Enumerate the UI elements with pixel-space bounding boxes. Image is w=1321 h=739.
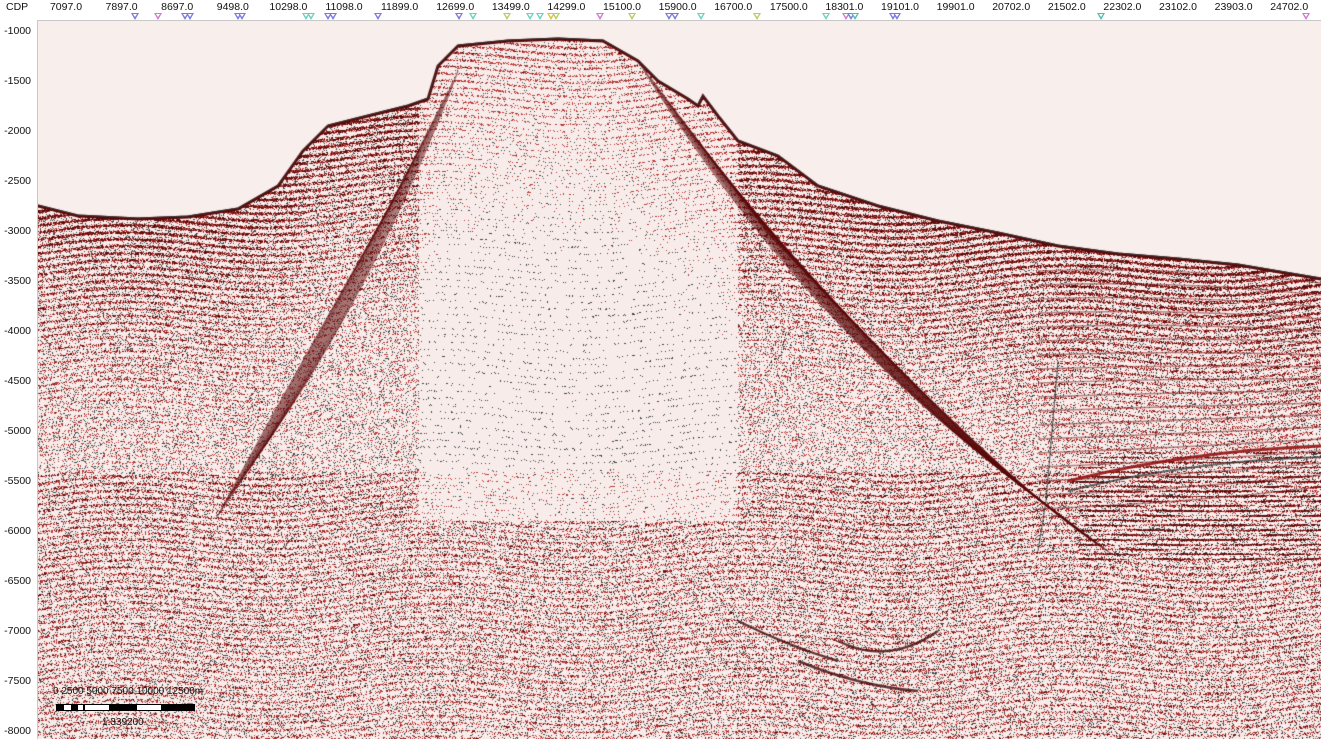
scale-bar-segment (110, 704, 136, 711)
well-marker-icon[interactable] (1302, 13, 1310, 20)
well-marker-icon[interactable] (238, 13, 246, 20)
scale-bar: 0 2500 5000 7500 10000 12500m 1:339200 (50, 686, 220, 731)
cdp-tick-label: 19901.0 (936, 1, 975, 13)
well-marker-icon[interactable] (469, 13, 477, 20)
cdp-tick-label: 21502.0 (1047, 1, 1086, 13)
well-marker-icon[interactable] (329, 13, 337, 20)
depth-tick-label: -1500 (4, 75, 31, 87)
cdp-tick-label: 8697.0 (161, 1, 194, 13)
cdp-tick-label: 9498.0 (216, 1, 249, 13)
cdp-tick-label: 24702.0 (1270, 1, 1309, 13)
cdp-axis-header: CDP 7097.0 7897.0 8697.0 9498.0 10298.0 11098… (0, 0, 1321, 21)
cdp-tick-label: 11899.0 (381, 1, 419, 13)
well-marker-icon[interactable] (851, 13, 859, 20)
well-marker-icon[interactable] (753, 13, 761, 20)
well-marker-icon[interactable] (822, 13, 830, 20)
cdp-tick-label: 14299.0 (547, 1, 586, 13)
depth-tick-label: -3000 (4, 225, 31, 237)
scale-bar-segment (84, 704, 110, 711)
depth-tick-label: -1000 (4, 25, 31, 37)
well-marker-icon[interactable] (307, 13, 315, 20)
well-marker-icon[interactable] (455, 13, 463, 20)
depth-tick-label: -5500 (4, 475, 31, 487)
scale-bar-segment (136, 704, 162, 711)
cdp-tick-label: 10298.0 (269, 1, 308, 13)
cdp-tick-label: 16700.0 (714, 1, 753, 13)
cdp-tick-label: 17500.0 (769, 1, 808, 13)
cdp-tick-label: 20702.0 (992, 1, 1031, 13)
depth-tick-label: -6500 (4, 575, 31, 587)
well-marker-icon[interactable] (374, 13, 382, 20)
cdp-tick-label: 12699.0 (436, 1, 475, 13)
cdp-tick-label: 15900.0 (658, 1, 697, 13)
scale-bar-segment (162, 704, 195, 711)
depth-tick-label: -3500 (4, 275, 31, 287)
depth-tick-label: -8000 (4, 725, 31, 737)
depth-tick-label: -6000 (4, 525, 31, 537)
cdp-tick-label: 23903.0 (1214, 1, 1253, 13)
well-marker-icon[interactable] (536, 13, 544, 20)
cdp-tick-label: 13499.0 (491, 1, 530, 13)
cdp-tick-label: 23102.0 (1159, 1, 1197, 13)
well-marker-icon[interactable] (893, 13, 901, 20)
well-marker-icon[interactable] (628, 13, 636, 20)
well-marker-icon[interactable] (154, 13, 162, 20)
well-marker-icon[interactable] (697, 13, 705, 20)
well-marker-icon[interactable] (186, 13, 194, 20)
well-marker-icon[interactable] (552, 13, 560, 20)
well-marker-icon[interactable] (503, 13, 511, 20)
well-marker-icon[interactable] (526, 13, 534, 20)
scale-bar-distance-labels: 0 2500 5000 7500 10000 12500m (53, 686, 204, 697)
cdp-axis-title: CDP (6, 1, 29, 13)
scale-bar-segment (56, 704, 84, 711)
depth-tick-label: -2000 (4, 125, 31, 137)
cdp-tick-label: 22302.0 (1103, 1, 1142, 13)
well-marker-icon[interactable] (671, 13, 679, 20)
cdp-tick-label: 18301.0 (825, 1, 864, 13)
depth-tick-label: -7000 (4, 625, 31, 637)
scale-ratio-label: 1:339200 (102, 717, 144, 728)
well-marker-icon[interactable] (1097, 13, 1105, 20)
well-marker-icon[interactable] (596, 13, 604, 20)
seismic-amplitude-display[interactable] (38, 21, 1321, 739)
depth-tick-label: -5000 (4, 425, 31, 437)
depth-tick-label: -2500 (4, 175, 31, 187)
cdp-tick-label: 11098.0 (325, 1, 363, 13)
cdp-tick-label: 7897.0 (105, 1, 138, 13)
depth-tick-label: -4000 (4, 325, 31, 337)
cdp-tick-label: 19101.0 (881, 1, 919, 13)
depth-tick-label: -4500 (4, 375, 31, 387)
depth-tick-label: -7500 (4, 675, 31, 687)
cdp-tick-label: 15100.0 (603, 1, 641, 13)
seismic-section-viewer[interactable]: CDP 7097.0 7897.0 8697.0 9498.0 10298.0 11098… (0, 0, 1321, 739)
depth-axis: -1000 -1500 -2000 -2500 -3000 -3500 -4000 -4500… (0, 20, 38, 739)
well-marker-icon[interactable] (131, 13, 139, 20)
cdp-tick-label: 7097.0 (49, 1, 83, 13)
